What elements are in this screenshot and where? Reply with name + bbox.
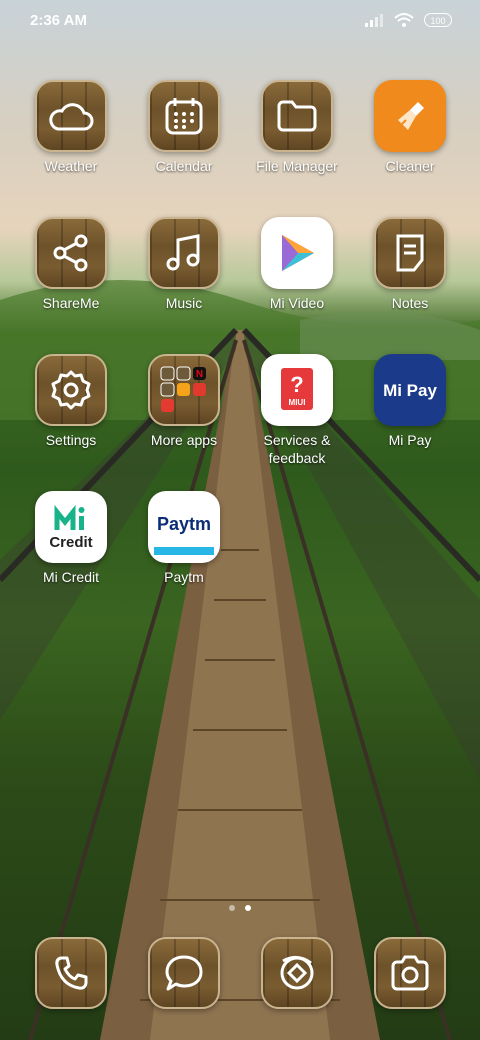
app-calendar[interactable]: Calendar bbox=[129, 80, 239, 175]
app-label: Calendar bbox=[155, 158, 213, 174]
dock-messages[interactable] bbox=[129, 937, 239, 1009]
paytm-logo-text: Paytm bbox=[157, 514, 211, 534]
page-dot-active[interactable] bbox=[245, 905, 251, 911]
dock-browser[interactable] bbox=[242, 937, 352, 1009]
mipay-icon: Mi Pay bbox=[383, 381, 437, 400]
app-label: Settings bbox=[45, 432, 97, 448]
app-settings[interactable]: Settings bbox=[16, 354, 126, 449]
app-paytm[interactable]: Paytm Paytm bbox=[129, 491, 239, 586]
message-icon bbox=[165, 955, 203, 991]
page-indicator bbox=[0, 898, 480, 916]
app-label: Music bbox=[165, 295, 203, 311]
dock-phone[interactable] bbox=[16, 937, 126, 1009]
app-notes[interactable]: Notes bbox=[355, 217, 465, 312]
app-folder-icon: N bbox=[160, 366, 206, 412]
micredit-icon: Credit bbox=[49, 504, 93, 551]
app-shareme[interactable]: ShareMe bbox=[16, 217, 126, 312]
app-weather[interactable]: Weather bbox=[16, 80, 126, 175]
cloud-icon bbox=[49, 103, 94, 131]
app-label: Paytm bbox=[164, 569, 204, 585]
question-icon: ? MIUI bbox=[281, 368, 313, 410]
app-label: Notes bbox=[391, 295, 429, 311]
home-screen-grid: Weather Calendar File Manager Cleaner Sh… bbox=[0, 0, 480, 1040]
browser-icon bbox=[280, 956, 314, 990]
app-cleaner[interactable]: Cleaner bbox=[355, 80, 465, 175]
dock-camera[interactable] bbox=[355, 937, 465, 1009]
app-label: Mi Credit bbox=[42, 569, 99, 585]
miui-badge: MIUI bbox=[289, 398, 306, 407]
app-label: ShareMe bbox=[42, 295, 100, 311]
app-label: Mi Pay bbox=[388, 432, 432, 448]
app-label: Services & feedback bbox=[263, 432, 331, 466]
folder-icon bbox=[277, 100, 317, 132]
camera-icon bbox=[391, 955, 429, 991]
page-dot[interactable] bbox=[229, 905, 235, 911]
app-label: Cleaner bbox=[385, 158, 435, 174]
app-mi-credit[interactable]: Credit Mi Credit bbox=[16, 491, 126, 586]
svg-text:?: ? bbox=[290, 372, 303, 397]
app-file-manager[interactable]: File Manager bbox=[242, 80, 352, 175]
calendar-icon bbox=[165, 98, 203, 135]
app-label: File Manager bbox=[256, 158, 338, 174]
play-icon bbox=[282, 235, 314, 271]
app-folder-more-apps[interactable]: N More apps bbox=[129, 354, 239, 449]
notes-icon bbox=[396, 234, 424, 272]
phone-icon bbox=[55, 956, 88, 990]
svg-text:N: N bbox=[196, 369, 203, 380]
app-label: More apps bbox=[150, 432, 218, 448]
app-mi-pay[interactable]: Mi Pay Mi Pay bbox=[355, 354, 465, 449]
broom-icon bbox=[398, 102, 424, 130]
app-music[interactable]: Music bbox=[129, 217, 239, 312]
micredit-logo-text: Credit bbox=[49, 534, 92, 551]
gear-icon bbox=[51, 370, 91, 410]
app-label: Weather bbox=[44, 158, 98, 174]
music-note-icon bbox=[166, 234, 200, 271]
paytm-icon: Paytm bbox=[154, 514, 214, 555]
app-label: Mi Video bbox=[269, 295, 325, 311]
share-icon bbox=[53, 234, 88, 272]
app-services-feedback[interactable]: ? MIUI Services & feedback bbox=[242, 354, 352, 467]
mipay-logo-text: Mi Pay bbox=[383, 381, 437, 400]
app-mi-video[interactable]: Mi Video bbox=[242, 217, 352, 312]
